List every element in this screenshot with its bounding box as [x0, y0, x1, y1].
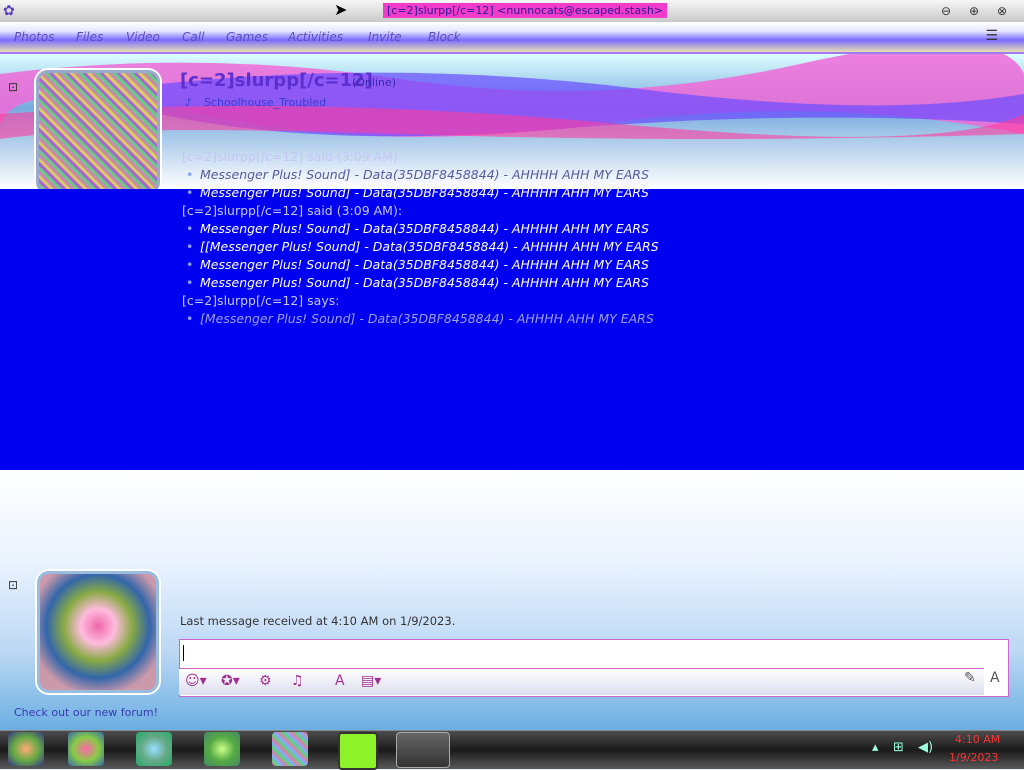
menu-item-files[interactable]: Files [76, 30, 103, 44]
nudge-icon[interactable]: ⚙ [259, 673, 272, 689]
menu-bar: Photos Files Video Call Games Activities… [0, 22, 1024, 54]
menu-item-activities[interactable]: Activities [288, 30, 343, 44]
photo-app-icon[interactable] [272, 732, 308, 766]
active-chat-icon[interactable] [396, 732, 450, 768]
text-caret [183, 645, 184, 661]
messenger-app-icon[interactable] [8, 732, 44, 766]
said-line: [c=2]slurpp[/c=12] says: [182, 293, 340, 308]
options-menu-icon[interactable]: ☰ [985, 28, 998, 44]
messenger-app-icon[interactable]: ✿ [3, 3, 15, 19]
clock-date[interactable]: 1/9/2023 [949, 751, 998, 764]
menu-item-video[interactable]: Video [126, 30, 160, 44]
clock-time[interactable]: 4:10 AM [955, 733, 1000, 746]
minimize-icon[interactable]: ⊖ [938, 3, 954, 19]
last-message-status: Last message received at 4:10 AM on 1/9/… [180, 614, 456, 628]
message-text: Messenger Plus! Sound] - Data(35DBF84588… [200, 257, 649, 272]
user-card-icon[interactable]: ⊡ [8, 578, 18, 592]
message-line: • [Messenger Plus! Sound] - Data(35DBF845… [182, 310, 1002, 328]
bullet-icon: • [186, 239, 194, 254]
mouse-cursor-icon: ➤ [334, 0, 348, 19]
contact-name: [c=2]slurpp[/c=12] [180, 70, 373, 91]
voice-clip-icon[interactable]: ♫ [291, 673, 304, 689]
forum-link[interactable]: Check out our new forum! [14, 706, 158, 719]
message-text: Messenger Plus! Sound] - Data(35DBF84588… [200, 185, 649, 200]
user-avatar[interactable] [37, 571, 159, 693]
emoticon-icon[interactable]: ☺▾ [185, 673, 207, 689]
message-line: • Messenger Plus! Sound] - Data(35DBF8458… [182, 166, 1002, 184]
said-line: [c=2]slurpp[/c=12] said (3:09 AM): [182, 149, 403, 164]
font-icon[interactable]: A [335, 673, 345, 689]
close-icon[interactable]: ⊗ [994, 3, 1010, 19]
message-line: • Messenger Plus! Sound] - Data(35DBF8458… [182, 274, 1002, 292]
contact-status: (Online) [352, 76, 397, 89]
window-controls: ⊖ ⊕ ⊗ [938, 3, 1010, 19]
said-line: [c=2]slurpp[/c=12] said (3:09 AM): [182, 203, 403, 218]
menu-item-photos[interactable]: Photos [14, 30, 54, 44]
handwriting-icon[interactable]: ✎ [964, 670, 976, 686]
media-app-icon[interactable] [204, 732, 240, 766]
bullet-icon: • [186, 275, 194, 290]
chat-app-icon[interactable] [136, 732, 172, 766]
menu-item-block[interactable]: Block [428, 30, 460, 44]
formatting-toolbar: ☺▾ ✪▾ ⚙ ♫ A ▤▾ [179, 668, 984, 695]
conversation-log: [c=2]slurpp[/c=12] said (3:09 AM): • Mess… [182, 148, 1002, 328]
bullet-icon: • [186, 167, 194, 182]
bullet-icon: • [186, 185, 194, 200]
network-icon[interactable]: ⊞ [893, 740, 904, 755]
bullet-icon: • [186, 221, 194, 236]
window-title: [c=2]slurpp[/c=12] <nunnocats@escaped.st… [383, 3, 668, 18]
personal-message-icon: ♪ [185, 96, 193, 109]
ink-icon[interactable]: A [990, 670, 1000, 686]
browser-app-icon[interactable] [68, 732, 104, 766]
background-icon[interactable]: ▤▾ [361, 673, 381, 689]
green-app-icon[interactable] [338, 732, 378, 770]
maximize-icon[interactable]: ⊕ [966, 3, 982, 19]
message-line: • Messenger Plus! Sound] - Data(35DBF8458… [182, 220, 1002, 238]
message-text: Messenger Plus! Sound] - Data(35DBF84588… [200, 275, 649, 290]
volume-icon[interactable]: ◀) [918, 740, 933, 755]
message-line: • Messenger Plus! Sound] - Data(35DBF8458… [182, 256, 1002, 274]
tray-arrow-icon[interactable]: ▴ [872, 740, 879, 755]
menu-item-call[interactable]: Call [182, 30, 204, 44]
message-text: Messenger Plus! Sound] - Data(35DBF84588… [200, 167, 649, 182]
message-text: [[Messenger Plus! Sound] - Data(35DBF845… [200, 239, 659, 254]
contact-personal-message: Schoolhouse_Troubled [204, 96, 327, 109]
contact-card-icon[interactable]: ⊡ [8, 80, 18, 94]
bullet-icon: • [186, 311, 194, 326]
title-bar: ✿ ➤ [c=2]slurpp[/c=12] <nunnocats@escape… [0, 0, 1024, 23]
message-text: Messenger Plus! Sound] - Data(35DBF84588… [200, 221, 649, 236]
menu-item-games[interactable]: Games [226, 30, 268, 44]
message-text: [Messenger Plus! Sound] - Data(35DBF8458… [200, 311, 654, 326]
bullet-icon: • [186, 257, 194, 272]
message-line: • [[Messenger Plus! Sound] - Data(35DBF84… [182, 238, 1002, 256]
wink-icon[interactable]: ✪▾ [221, 673, 240, 689]
contact-avatar[interactable] [36, 70, 160, 194]
message-line: • Messenger Plus! Sound] - Data(35DBF8458… [182, 184, 1002, 202]
menu-item-invite[interactable]: Invite [368, 30, 402, 44]
